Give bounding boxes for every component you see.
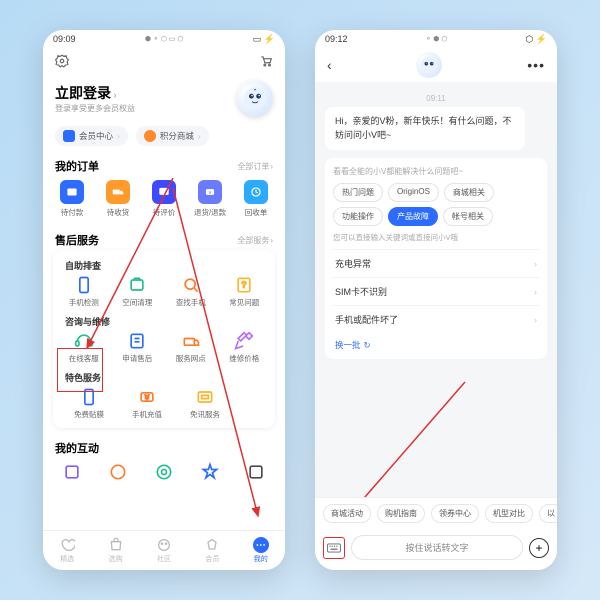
status-icons-b: ⚬ ⬢ ⬡ <box>425 35 447 43</box>
phone-detect[interactable]: 手机检测 <box>60 275 108 308</box>
aftersale-more[interactable]: 全部服务 › <box>237 235 273 246</box>
chip-mall[interactable]: 商城相关 <box>444 183 494 202</box>
interact-title: 我的互动 <box>55 440 99 456</box>
orders-grid: 待付款 待收货 待评价 ¥退货/退款 回收单 <box>43 176 285 226</box>
status-time: 09:09 <box>53 34 76 44</box>
orders-more[interactable]: 全部订单 › <box>237 161 273 172</box>
qpill-activity[interactable]: 商城活动 <box>323 504 371 523</box>
free-film[interactable]: 免费贴膜 <box>65 387 113 420</box>
tabbar: 精选 选购 社区 会员 ⋯我的 <box>43 530 285 570</box>
svg-text:¥: ¥ <box>145 395 149 402</box>
greeting-bubble: Hi，亲爱的V粉，新年快乐！有什么问题，不妨问问小V吧~ <box>325 107 525 150</box>
tab-mine[interactable]: ⋯我的 <box>253 537 269 564</box>
apply-aftersale[interactable]: 申请售后 <box>113 331 161 364</box>
chip-function[interactable]: 功能操作 <box>333 207 383 226</box>
interact-3[interactable] <box>144 462 184 482</box>
keyboard-button[interactable] <box>323 537 345 559</box>
faq-item-charge[interactable]: 充电异常› <box>333 249 539 277</box>
chip-originos[interactable]: OriginOS <box>388 183 439 202</box>
qpill-guide[interactable]: 购机指南 <box>377 504 425 523</box>
keyboard-icon <box>327 543 341 553</box>
chip-account[interactable]: 帐号相关 <box>443 207 493 226</box>
chip-hot[interactable]: 热门问题 <box>333 183 383 202</box>
quick-pills[interactable]: 商城活动 购机指南 领券中心 机型对比 以 <box>315 497 557 529</box>
faq-item-sim[interactable]: SIM卡不识别› <box>333 277 539 305</box>
order-pending-receive[interactable]: 待收货 <box>98 180 138 218</box>
chip-fault[interactable]: 产品故障 <box>388 207 438 226</box>
orders-title: 我的订单 <box>55 158 99 174</box>
find-phone[interactable]: 查找手机 <box>167 275 215 308</box>
refresh-icon: ↻ <box>364 340 371 351</box>
svg-text:¥: ¥ <box>209 190 212 195</box>
cart-icon[interactable] <box>259 54 273 70</box>
input-row: 按住说话转文字 + <box>315 529 557 570</box>
interact-1[interactable] <box>52 462 92 482</box>
status-time-b: 09:12 <box>325 34 348 44</box>
faq-item-broken[interactable]: 手机或配件坏了› <box>333 305 539 333</box>
misc-service[interactable]: 免讯服务 <box>181 387 229 420</box>
phone-left: 09:09 ⬢ ⚬ ⬡ ▭ ⬡ ▭ ⚡ 立即登录 › 登录享受更多会员权益 <box>43 30 285 570</box>
service-point[interactable]: 服务网点 <box>167 331 215 364</box>
interact-4[interactable] <box>190 462 230 482</box>
status-icons: ⬢ ⚬ ⬡ ▭ ⬡ <box>145 35 184 43</box>
plus-button[interactable]: + <box>529 538 549 558</box>
status-bar: 09:09 ⬢ ⚬ ⬡ ▭ ⬡ ▭ ⚡ <box>43 30 285 48</box>
avatar[interactable] <box>237 80 273 116</box>
consult-title: 咨询与维修 <box>57 312 271 329</box>
chat-avatar <box>416 52 442 78</box>
refresh-link[interactable]: 换一批 ↻ <box>333 333 539 351</box>
tab-featured[interactable]: 精选 <box>59 537 75 564</box>
space-clean[interactable]: 空间清理 <box>113 275 161 308</box>
more-icon[interactable]: ••• <box>527 57 545 73</box>
tab-member[interactable]: 会员 <box>204 537 220 564</box>
qpill-compare[interactable]: 机型对比 <box>485 504 533 523</box>
order-pending-review[interactable]: 待评价 <box>144 180 184 218</box>
qpill-coupon[interactable]: 领券中心 <box>431 504 479 523</box>
gear-icon[interactable] <box>55 54 69 70</box>
order-pending-pay[interactable]: 待付款 <box>52 180 92 218</box>
aftersale-title: 售后服务 <box>55 232 99 248</box>
interact-5[interactable] <box>236 462 276 482</box>
member-center-pill[interactable]: 会员中心 › <box>55 126 128 146</box>
selfcheck-title: 自助排查 <box>57 256 271 273</box>
tab-community[interactable]: 社区 <box>156 537 172 564</box>
online-service[interactable]: 在线客服 <box>60 331 108 364</box>
order-recycle[interactable]: 回收单 <box>236 180 276 218</box>
phone-right: 09:12 ⚬ ⬢ ⬡ ⬡ ⚡ ‹ ••• 09:11 Hi，亲爱的V粉，新年快… <box>315 30 557 570</box>
voice-input[interactable]: 按住说话转文字 <box>351 535 523 560</box>
points-mall-pill[interactable]: 积分商城 › <box>136 126 209 146</box>
faq[interactable]: ?常见问题 <box>220 275 268 308</box>
tab-shop[interactable]: 选购 <box>108 537 124 564</box>
status-bar-b: 09:12 ⚬ ⬢ ⬡ ⬡ ⚡ <box>315 30 557 48</box>
status-right-b: ⬡ ⚡ <box>525 34 547 45</box>
phone-recharge[interactable]: ¥手机充值 <box>123 387 171 420</box>
faq-hint: 您可以直接输入关键词或直接问小V哦 <box>333 232 539 243</box>
qpill-more[interactable]: 以 <box>539 504 557 523</box>
login-title[interactable]: 立即登录 › <box>55 83 135 103</box>
special-title: 特色服务 <box>57 368 271 385</box>
faq-card: 看看全能的小V都能解决什么问题吧~ 热门问题 OriginOS 商城相关 功能操… <box>325 158 547 359</box>
interact-2[interactable] <box>98 462 138 482</box>
faq-card-title: 看看全能的小V都能解决什么问题吧~ <box>333 166 539 177</box>
status-right: ▭ ⚡ <box>253 34 275 45</box>
aftersale-card: 自助排查 手机检测 空间清理 查找手机 ?常见问题 咨询与维修 在线客服 申请售… <box>53 250 275 428</box>
login-sub: 登录享受更多会员权益 <box>55 103 135 114</box>
svg-text:?: ? <box>242 280 247 290</box>
chat-time: 09:11 <box>325 94 547 103</box>
order-refund[interactable]: ¥退货/退款 <box>190 180 230 218</box>
repair-price[interactable]: 维修价格 <box>220 331 268 364</box>
back-icon[interactable]: ‹ <box>327 57 332 73</box>
